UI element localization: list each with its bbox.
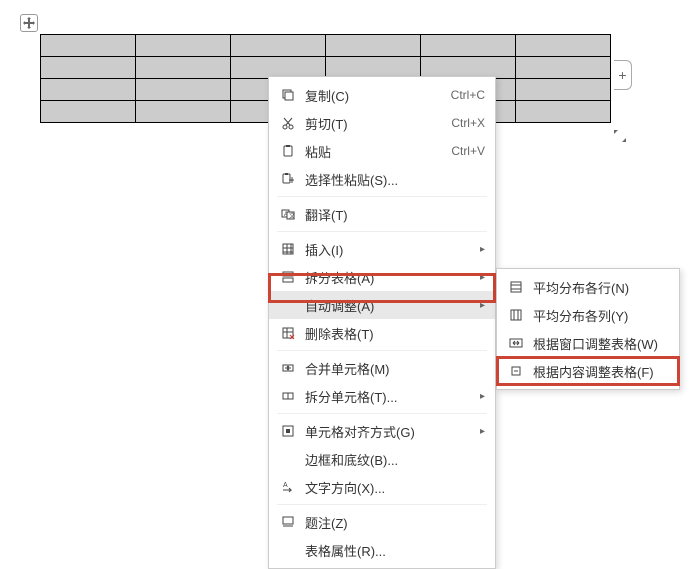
table-cell[interactable] bbox=[421, 35, 516, 57]
menu-paste-special[interactable]: 选择性粘贴(S)... bbox=[269, 165, 495, 193]
menu-cell-align[interactable]: 单元格对齐方式(G) ▸ bbox=[269, 417, 495, 445]
menu-split-table[interactable]: 拆分表格(A) ▸ bbox=[269, 263, 495, 291]
menu-paste[interactable]: 粘贴 Ctrl+V bbox=[269, 137, 495, 165]
paste-icon bbox=[277, 144, 299, 158]
menu-label: 题注(Z) bbox=[299, 513, 485, 532]
submenu-fit-window[interactable]: 根据窗口调整表格(W) bbox=[497, 329, 679, 357]
table-cell[interactable] bbox=[136, 57, 231, 79]
distribute-rows-icon bbox=[505, 280, 527, 294]
table-cell[interactable] bbox=[516, 79, 611, 101]
submenu-distribute-rows[interactable]: 平均分布各行(N) bbox=[497, 273, 679, 301]
menu-translate[interactable]: A文 翻译(T) bbox=[269, 200, 495, 228]
merge-cells-icon bbox=[277, 361, 299, 375]
plus-icon: + bbox=[618, 67, 626, 83]
menu-autofit[interactable]: 自动调整(A) ▸ bbox=[269, 291, 495, 319]
menu-table-properties[interactable]: 表格属性(R)... bbox=[269, 536, 495, 564]
menu-label: 选择性粘贴(S)... bbox=[299, 170, 485, 189]
chevron-right-icon: ▸ bbox=[480, 391, 485, 402]
menu-label: 翻译(T) bbox=[299, 205, 485, 224]
chevron-right-icon: ▸ bbox=[480, 300, 485, 311]
submenu-distribute-cols[interactable]: 平均分布各列(Y) bbox=[497, 301, 679, 329]
menu-label: 拆分表格(A) bbox=[299, 268, 480, 287]
autofit-submenu: 平均分布各行(N) 平均分布各列(Y) 根据窗口调整表格(W) 根据内容调整表格… bbox=[496, 268, 680, 390]
translate-icon: A文 bbox=[277, 207, 299, 221]
copy-icon bbox=[277, 88, 299, 102]
fit-content-icon bbox=[505, 364, 527, 378]
menu-borders-shading[interactable]: 边框和底纹(B)... bbox=[269, 445, 495, 473]
svg-text:文: 文 bbox=[289, 212, 295, 220]
menu-merge-cells[interactable]: 合并单元格(M) bbox=[269, 354, 495, 382]
table-cell[interactable] bbox=[516, 101, 611, 123]
context-menu: 复制(C) Ctrl+C 剪切(T) Ctrl+X 粘贴 Ctrl+V 选择性粘… bbox=[268, 76, 496, 569]
cut-icon bbox=[277, 116, 299, 130]
table-move-handle[interactable] bbox=[20, 14, 38, 32]
menu-label: 表格属性(R)... bbox=[299, 541, 485, 560]
menu-separator bbox=[277, 231, 487, 232]
chevron-right-icon: ▸ bbox=[480, 426, 485, 437]
chevron-right-icon: ▸ bbox=[480, 244, 485, 255]
paste-special-icon bbox=[277, 172, 299, 186]
table-cell[interactable] bbox=[231, 35, 326, 57]
menu-label: 粘贴 bbox=[299, 142, 451, 161]
menu-label: 文字方向(X)... bbox=[299, 478, 485, 497]
menu-separator bbox=[277, 413, 487, 414]
insert-icon bbox=[277, 242, 299, 256]
table-cell[interactable] bbox=[136, 35, 231, 57]
text-direction-icon: A bbox=[277, 480, 299, 494]
caption-icon bbox=[277, 515, 299, 529]
svg-text:A: A bbox=[283, 482, 288, 489]
menu-shortcut: Ctrl+V bbox=[451, 144, 485, 158]
submenu-fit-content[interactable]: 根据内容调整表格(F) bbox=[497, 357, 679, 385]
menu-copy[interactable]: 复制(C) Ctrl+C bbox=[269, 81, 495, 109]
chevron-right-icon: ▸ bbox=[480, 272, 485, 283]
menu-label: 自动调整(A) bbox=[299, 296, 480, 315]
split-table-icon bbox=[277, 270, 299, 284]
menu-shortcut: Ctrl+X bbox=[451, 116, 485, 130]
table-cell[interactable] bbox=[516, 35, 611, 57]
menu-label: 根据窗口调整表格(W) bbox=[527, 334, 669, 353]
table-cell[interactable] bbox=[516, 57, 611, 79]
delete-table-icon bbox=[277, 326, 299, 340]
menu-label: 平均分布各行(N) bbox=[527, 278, 669, 297]
menu-shortcut: Ctrl+C bbox=[451, 88, 485, 102]
menu-separator bbox=[277, 350, 487, 351]
menu-label: 剪切(T) bbox=[299, 114, 451, 133]
menu-label: 复制(C) bbox=[299, 86, 451, 105]
table-cell[interactable] bbox=[41, 101, 136, 123]
menu-caption[interactable]: 题注(Z) bbox=[269, 508, 495, 536]
distribute-cols-icon bbox=[505, 308, 527, 322]
table-cell[interactable] bbox=[136, 79, 231, 101]
menu-label: 插入(I) bbox=[299, 240, 480, 259]
menu-label: 单元格对齐方式(G) bbox=[299, 422, 480, 441]
menu-cut[interactable]: 剪切(T) Ctrl+X bbox=[269, 109, 495, 137]
add-column-button[interactable]: + bbox=[614, 60, 632, 90]
table-cell[interactable] bbox=[41, 79, 136, 101]
table-cell[interactable] bbox=[41, 57, 136, 79]
split-cells-icon bbox=[277, 389, 299, 403]
menu-label: 平均分布各列(Y) bbox=[527, 306, 669, 325]
menu-label: 边框和底纹(B)... bbox=[299, 450, 485, 469]
move-icon bbox=[23, 17, 35, 29]
menu-delete-table[interactable]: 删除表格(T) bbox=[269, 319, 495, 347]
resize-icon bbox=[614, 130, 626, 142]
menu-text-direction[interactable]: A 文字方向(X)... bbox=[269, 473, 495, 501]
menu-label: 根据内容调整表格(F) bbox=[527, 362, 669, 381]
menu-label: 删除表格(T) bbox=[299, 324, 485, 343]
cell-align-icon bbox=[277, 424, 299, 438]
menu-label: 拆分单元格(T)... bbox=[299, 387, 480, 406]
table-resize-handle[interactable] bbox=[612, 128, 628, 144]
fit-window-icon bbox=[505, 336, 527, 350]
menu-label: 合并单元格(M) bbox=[299, 359, 485, 378]
table-cell[interactable] bbox=[136, 101, 231, 123]
menu-insert[interactable]: 插入(I) ▸ bbox=[269, 235, 495, 263]
menu-split-cells[interactable]: 拆分单元格(T)... ▸ bbox=[269, 382, 495, 410]
menu-separator bbox=[277, 504, 487, 505]
table-cell[interactable] bbox=[41, 35, 136, 57]
table-cell[interactable] bbox=[326, 35, 421, 57]
menu-separator bbox=[277, 196, 487, 197]
